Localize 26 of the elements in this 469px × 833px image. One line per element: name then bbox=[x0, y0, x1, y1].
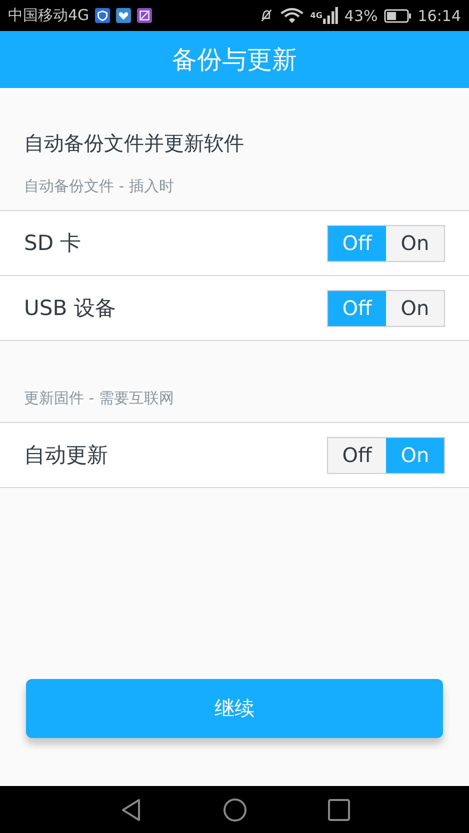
carrier-name: 中国移动4G bbox=[8, 6, 90, 25]
clock-time: 16:14 bbox=[418, 6, 461, 24]
signal-icon bbox=[323, 7, 338, 24]
battery-icon bbox=[384, 8, 412, 22]
battery-percent: 43% bbox=[344, 6, 378, 24]
setting-label: USB 设备 bbox=[24, 295, 116, 322]
wifi-icon bbox=[280, 7, 304, 24]
on-segment[interactable]: On bbox=[386, 290, 444, 326]
heart-app-icon bbox=[116, 8, 132, 23]
setting-label: 自动更新 bbox=[24, 442, 108, 469]
setting-label: SD 卡 bbox=[24, 230, 82, 257]
image-app-icon bbox=[137, 8, 152, 23]
muted-bell-icon bbox=[259, 7, 274, 24]
screen-title: 备份与更新 bbox=[172, 44, 297, 76]
off-on-toggle[interactable]: Off On bbox=[327, 224, 445, 262]
section-subtitle: 自动备份文件 - 插入时 bbox=[23, 176, 175, 197]
off-segment[interactable]: Off bbox=[328, 438, 386, 472]
recents-icon[interactable] bbox=[326, 798, 350, 822]
on-segment[interactable]: On bbox=[386, 226, 444, 260]
off-on-toggle[interactable]: Off On bbox=[327, 436, 445, 474]
network-type: 4G bbox=[310, 10, 322, 20]
home-icon[interactable] bbox=[222, 798, 246, 822]
section-subtitle: 更新固件 - 需要互联网 bbox=[23, 388, 175, 409]
section-heading: 自动备份文件并更新软件 bbox=[23, 130, 245, 157]
off-on-toggle[interactable]: Off On bbox=[327, 290, 445, 326]
shield-app-icon bbox=[95, 8, 110, 23]
